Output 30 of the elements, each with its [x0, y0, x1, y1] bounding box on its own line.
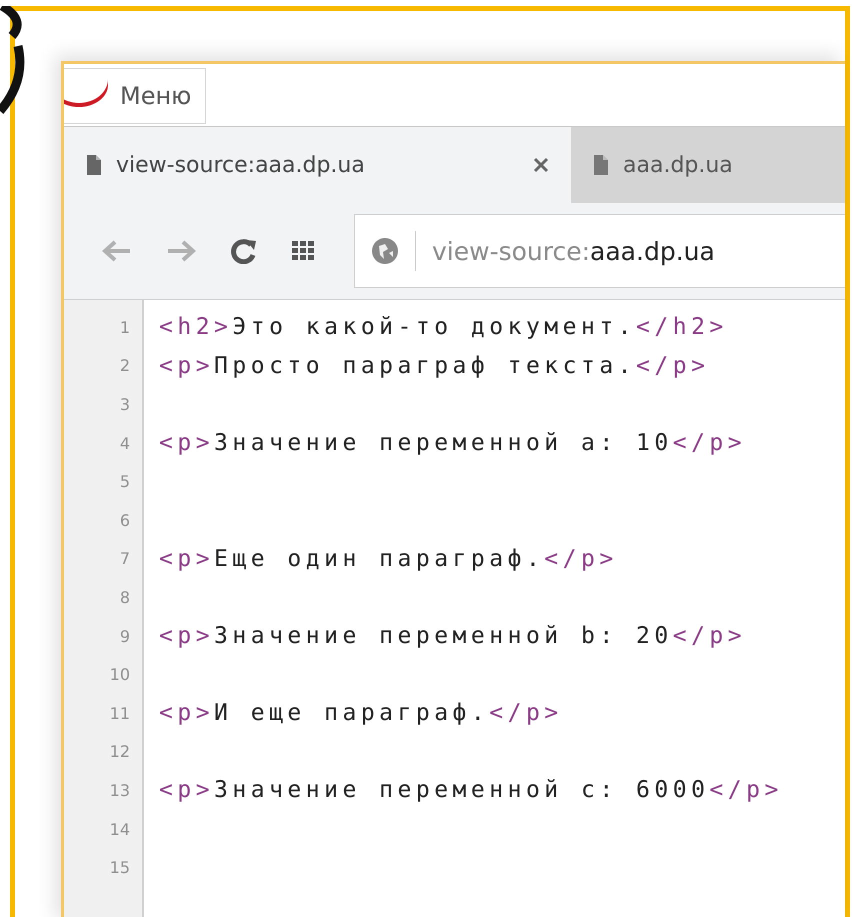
line-number: 6 — [120, 510, 130, 530]
code-line: <p>Значение переменной c: 6000</p> — [159, 777, 783, 804]
line-number: 4 — [120, 434, 130, 453]
globe-icon — [371, 237, 399, 265]
line-number: 1 — [120, 318, 130, 337]
code-line: <h2>Это какой-то документ.</h2> — [159, 314, 728, 340]
reload-icon[interactable] — [230, 238, 258, 264]
document-icon — [86, 155, 102, 175]
document-icon — [593, 155, 609, 175]
menu-button[interactable]: Меню — [64, 68, 206, 124]
code-line: <p>И еще параграф.</p> — [159, 700, 563, 726]
line-number: 15 — [110, 858, 130, 878]
browser-tab[interactable]: aaa.dp.ua — [571, 127, 845, 203]
line-number: 3 — [120, 394, 130, 414]
code-line: <p>Еще один параграф.</p> — [159, 546, 618, 572]
code-line: <p>Просто параграф текста.</p> — [159, 352, 710, 379]
close-icon[interactable] — [533, 157, 549, 173]
line-number: 8 — [120, 588, 130, 607]
line-number: 9 — [120, 626, 130, 646]
code-line: <p>Значение переменной b: 20</p> — [159, 623, 746, 650]
line-number: 14 — [110, 820, 130, 839]
line-number: 10 — [110, 665, 130, 684]
line-number: 13 — [110, 780, 130, 800]
line-number: 5 — [120, 472, 130, 492]
address-field[interactable]: view-source:aaa.dp.ua — [354, 214, 845, 288]
line-number: 7 — [120, 549, 130, 568]
line-number: 2 — [120, 356, 130, 376]
code-line: <p>Значение переменной a: 10</p> — [159, 430, 746, 456]
line-number: 12 — [110, 742, 130, 762]
line-number: 11 — [110, 704, 130, 723]
